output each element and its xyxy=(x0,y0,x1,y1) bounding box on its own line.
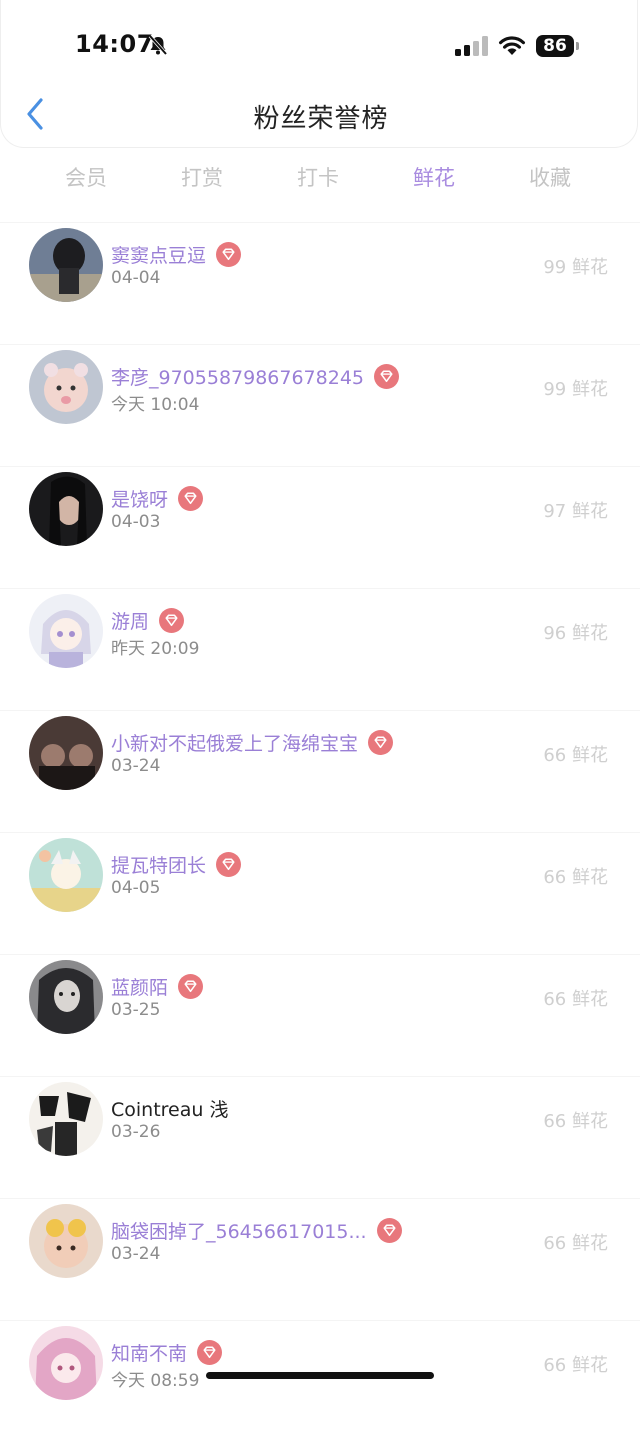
vip-diamond-icon xyxy=(216,241,242,267)
fan-name[interactable]: 是饶呀 xyxy=(111,485,168,512)
vip-diamond-icon xyxy=(216,851,242,877)
avatar[interactable] xyxy=(29,472,103,546)
vip-diamond-icon xyxy=(376,1217,402,1243)
vip-diamond-icon xyxy=(178,485,204,511)
fan-date: 今天 10:04 xyxy=(111,395,200,415)
battery-cap xyxy=(576,42,579,50)
status-time: 14:07 xyxy=(75,30,154,58)
flower-count: 99 鲜花 xyxy=(543,257,608,278)
fan-row[interactable]: 小新对不起俄爱上了海绵宝宝 03-24 66 鲜花 xyxy=(0,710,640,832)
fan-row[interactable]: 游周 昨天 20:09 96 鲜花 xyxy=(0,588,640,710)
fan-row[interactable]: 是饶呀 04-03 97 鲜花 xyxy=(0,466,640,588)
navigation-header: 14:07 86 粉丝荣誉榜 xyxy=(0,0,638,148)
name-line: 蓝颜陌 xyxy=(111,971,204,1001)
flower-count: 99 鲜花 xyxy=(543,379,608,400)
fan-row[interactable]: 窦窦点豆逗 04-04 99 鲜花 xyxy=(0,222,640,344)
fan-date: 03-25 xyxy=(111,1000,161,1020)
name-line: 窦窦点豆逗 xyxy=(111,239,242,269)
name-line: 提瓦特团长 xyxy=(111,849,242,879)
name-line: 是饶呀 xyxy=(111,483,204,513)
tab-favorites[interactable]: 收藏 xyxy=(492,162,608,192)
fan-date: 04-03 xyxy=(111,512,161,532)
fan-row[interactable]: Cointreau 浅 03-26 66 鲜花 xyxy=(0,1076,640,1198)
fan-date: 昨天 20:09 xyxy=(111,639,200,659)
fan-name[interactable]: 脑袋困掉了_56456617015... xyxy=(111,1217,367,1244)
flower-count: 96 鲜花 xyxy=(543,623,608,644)
avatar[interactable] xyxy=(29,228,103,302)
name-line: Cointreau 浅 xyxy=(111,1093,228,1123)
name-line: 脑袋困掉了_56456617015... xyxy=(111,1215,402,1245)
vip-diamond-icon xyxy=(159,607,185,633)
fan-row[interactable]: 蓝颜陌 03-25 66 鲜花 xyxy=(0,954,640,1076)
fan-name[interactable]: 知南不南 xyxy=(111,1339,187,1366)
tab-checkin[interactable]: 打卡 xyxy=(260,162,376,192)
category-tabs: 会员 打赏 打卡 鲜花 收藏 xyxy=(28,162,608,192)
vip-diamond-icon xyxy=(368,729,394,755)
avatar[interactable] xyxy=(29,838,103,912)
fan-name[interactable]: 游周 xyxy=(111,607,149,634)
flower-count: 66 鲜花 xyxy=(543,1111,608,1132)
avatar[interactable] xyxy=(29,960,103,1034)
name-line: 小新对不起俄爱上了海绵宝宝 xyxy=(111,727,394,757)
home-indicator[interactable] xyxy=(206,1372,434,1379)
avatar[interactable] xyxy=(29,1082,103,1156)
tab-flowers[interactable]: 鲜花 xyxy=(376,162,492,192)
name-line: 游周 xyxy=(111,605,185,635)
fan-date: 03-24 xyxy=(111,1244,161,1264)
fan-row[interactable]: 李彦_97055879867678245 今天 10:04 99 鲜花 xyxy=(0,344,640,466)
fan-row[interactable]: 提瓦特团长 04-05 66 鲜花 xyxy=(0,832,640,954)
avatar[interactable] xyxy=(29,1326,103,1400)
fan-date: 03-26 xyxy=(111,1122,161,1142)
fan-name[interactable]: 窦窦点豆逗 xyxy=(111,241,206,268)
flower-count: 66 鲜花 xyxy=(543,745,608,766)
vip-diamond-icon xyxy=(374,363,400,389)
flower-count: 66 鲜花 xyxy=(543,1355,608,1376)
fan-ranking-list: 窦窦点豆逗 04-04 99 鲜花 李彦_97055879867678245 今… xyxy=(0,222,640,1442)
page-title: 粉丝荣誉榜 xyxy=(253,104,389,134)
cellular-signal-icon xyxy=(455,36,488,56)
fan-row[interactable]: 脑袋困掉了_56456617015... 03-24 66 鲜花 xyxy=(0,1198,640,1320)
vip-diamond-icon xyxy=(178,973,204,999)
fan-date: 今天 08:59 xyxy=(111,1371,200,1391)
flower-count: 66 鲜花 xyxy=(543,989,608,1010)
fan-name[interactable]: 李彦_97055879867678245 xyxy=(111,363,364,390)
avatar[interactable] xyxy=(29,716,103,790)
tab-membership[interactable]: 会员 xyxy=(28,162,144,192)
name-line: 李彦_97055879867678245 xyxy=(111,361,400,391)
wifi-icon xyxy=(499,36,525,55)
avatar[interactable] xyxy=(29,594,103,668)
fan-name[interactable]: 小新对不起俄爱上了海绵宝宝 xyxy=(111,729,358,756)
name-line: 知南不南 xyxy=(111,1337,223,1367)
vip-diamond-icon xyxy=(197,1339,223,1365)
tab-tips[interactable]: 打赏 xyxy=(144,162,260,192)
avatar[interactable] xyxy=(29,350,103,424)
avatar[interactable] xyxy=(29,1204,103,1278)
fan-date: 04-05 xyxy=(111,878,161,898)
flower-count: 66 鲜花 xyxy=(543,867,608,888)
battery-indicator: 86 xyxy=(536,35,574,57)
fan-date: 03-24 xyxy=(111,756,161,776)
flower-count: 97 鲜花 xyxy=(543,501,608,522)
bell-off-icon xyxy=(148,34,168,56)
fan-date: 04-04 xyxy=(111,268,161,288)
fan-name[interactable]: 蓝颜陌 xyxy=(111,973,168,1000)
flower-count: 66 鲜花 xyxy=(543,1233,608,1254)
fan-name[interactable]: Cointreau 浅 xyxy=(111,1095,228,1122)
fan-name[interactable]: 提瓦特团长 xyxy=(111,851,206,878)
fan-row[interactable]: 知南不南 今天 08:59 66 鲜花 xyxy=(0,1320,640,1442)
